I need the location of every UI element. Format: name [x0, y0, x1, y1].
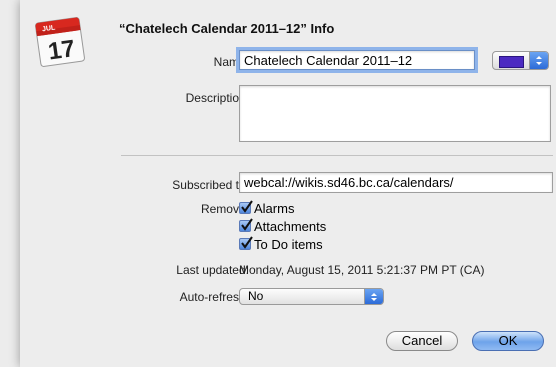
alarms-checkbox[interactable] [239, 200, 253, 214]
name-field[interactable]: Chatelech Calendar 2011–12 [239, 50, 475, 70]
attachments-checkbox[interactable] [239, 218, 253, 232]
remove-attachments-option[interactable]: Attachments [239, 218, 327, 234]
subscribed-url-field[interactable]: webcal://wikis.sd46.bc.ca/calendars/ [239, 172, 553, 193]
description-field[interactable] [239, 85, 551, 142]
auto-refresh-value: No [248, 289, 264, 303]
todo-label: To Do items [254, 237, 323, 252]
color-popup-button[interactable] [492, 51, 549, 70]
section-divider [121, 155, 553, 156]
alarms-label: Alarms [254, 201, 295, 216]
todo-checkbox[interactable] [239, 236, 253, 250]
cancel-button[interactable]: Cancel [386, 331, 458, 351]
dialog-title: “Chatelech Calendar 2011–12” Info [119, 21, 335, 36]
calendar-icon: JUL 17 [32, 14, 86, 68]
auto-refresh-select[interactable]: No [239, 288, 384, 305]
remove-todo-option[interactable]: To Do items [239, 236, 323, 252]
calendar-icon-day: 17 [46, 35, 76, 65]
attachments-label: Attachments [254, 219, 327, 234]
calendar-info-dialog: JUL 17 “Chatelech Calendar 2011–12” Info… [20, 0, 556, 367]
ok-button[interactable]: OK [472, 331, 544, 351]
remove-alarms-option[interactable]: Alarms [239, 200, 295, 216]
color-popup-stepper [529, 52, 548, 69]
color-swatch [499, 56, 524, 68]
last-updated-value: Monday, August 15, 2011 5:21:37 PM PT (C… [239, 263, 485, 277]
auto-refresh-stepper [364, 289, 383, 304]
subscribed-label: Subscribed to: [172, 178, 249, 192]
